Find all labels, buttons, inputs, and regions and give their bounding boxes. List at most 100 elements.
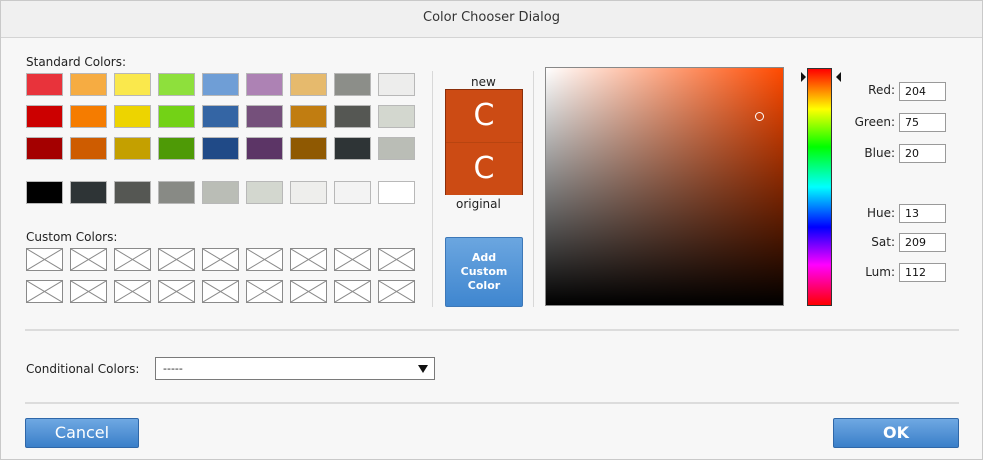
title-bar: Color Chooser Dialog bbox=[1, 1, 982, 38]
sat-input[interactable]: 209 bbox=[899, 233, 946, 252]
color-swatch[interactable] bbox=[378, 105, 415, 128]
add-custom-color-line2: Custom bbox=[460, 265, 508, 278]
color-swatch[interactable] bbox=[290, 137, 327, 160]
empty-slot-icon bbox=[335, 281, 370, 302]
color-swatch[interactable] bbox=[114, 105, 151, 128]
color-swatch[interactable] bbox=[114, 73, 151, 96]
saturation-value-picker[interactable] bbox=[545, 67, 784, 306]
color-swatch[interactable] bbox=[158, 137, 195, 160]
empty-slot-icon bbox=[115, 249, 150, 270]
custom-color-slot[interactable] bbox=[334, 248, 371, 271]
color-picker-marker[interactable] bbox=[755, 112, 764, 121]
sat-label: Sat: bbox=[871, 235, 895, 249]
color-swatch[interactable] bbox=[26, 137, 63, 160]
color-swatch[interactable] bbox=[70, 105, 107, 128]
custom-color-slot[interactable] bbox=[158, 248, 195, 271]
color-swatch[interactable] bbox=[26, 73, 63, 96]
custom-color-slot[interactable] bbox=[290, 280, 327, 303]
original-color-label: original bbox=[456, 197, 501, 211]
hue-input[interactable]: 13 bbox=[899, 204, 946, 223]
color-swatch[interactable] bbox=[202, 105, 239, 128]
custom-color-slot[interactable] bbox=[334, 280, 371, 303]
color-swatch[interactable] bbox=[114, 137, 151, 160]
lum-label: Lum: bbox=[865, 265, 895, 279]
color-swatch[interactable] bbox=[158, 73, 195, 96]
color-swatch[interactable] bbox=[334, 105, 371, 128]
add-custom-color-button[interactable]: Add Custom Color bbox=[445, 237, 523, 307]
color-swatch[interactable] bbox=[290, 105, 327, 128]
color-swatch[interactable] bbox=[246, 181, 283, 204]
color-swatch[interactable] bbox=[202, 73, 239, 96]
empty-slot-icon bbox=[291, 281, 326, 302]
color-swatch[interactable] bbox=[334, 137, 371, 160]
original-color-swatch[interactable]: C bbox=[446, 142, 522, 195]
dropdown-arrow-icon[interactable] bbox=[418, 365, 428, 373]
cancel-button[interactable]: Cancel bbox=[25, 418, 139, 448]
color-swatch[interactable] bbox=[114, 181, 151, 204]
color-swatch[interactable] bbox=[158, 105, 195, 128]
custom-color-slot[interactable] bbox=[290, 248, 327, 271]
custom-color-slot[interactable] bbox=[158, 280, 195, 303]
custom-color-slot[interactable] bbox=[26, 280, 63, 303]
color-swatch[interactable] bbox=[334, 73, 371, 96]
color-swatch[interactable] bbox=[378, 181, 415, 204]
custom-color-slot[interactable] bbox=[246, 280, 283, 303]
empty-slot-icon bbox=[27, 249, 62, 270]
color-swatch[interactable] bbox=[334, 181, 371, 204]
color-swatch[interactable] bbox=[158, 181, 195, 204]
color-swatch[interactable] bbox=[246, 105, 283, 128]
window-title: Color Chooser Dialog bbox=[423, 10, 560, 25]
hue-label: Hue: bbox=[866, 206, 895, 220]
color-chooser-dialog: Color Chooser Dialog Standard Colors: Cu… bbox=[0, 0, 983, 460]
color-swatch[interactable] bbox=[246, 73, 283, 96]
green-label: Green: bbox=[854, 115, 895, 129]
empty-slot-icon bbox=[71, 249, 106, 270]
empty-slot-icon bbox=[203, 249, 238, 270]
color-swatch[interactable] bbox=[202, 137, 239, 160]
custom-color-slot[interactable] bbox=[246, 248, 283, 271]
divider-bottom bbox=[25, 402, 959, 404]
color-swatch[interactable] bbox=[290, 73, 327, 96]
custom-color-slot[interactable] bbox=[114, 248, 151, 271]
color-swatch[interactable] bbox=[26, 181, 63, 204]
color-swatch[interactable] bbox=[378, 137, 415, 160]
empty-slot-icon bbox=[71, 281, 106, 302]
blue-input[interactable]: 20 bbox=[899, 144, 946, 163]
empty-slot-icon bbox=[291, 249, 326, 270]
color-swatch[interactable] bbox=[70, 181, 107, 204]
custom-color-slot[interactable] bbox=[70, 280, 107, 303]
custom-color-slot[interactable] bbox=[202, 280, 239, 303]
color-swatch[interactable] bbox=[26, 105, 63, 128]
empty-slot-icon bbox=[379, 281, 414, 302]
red-input[interactable]: 204 bbox=[899, 82, 946, 101]
empty-slot-icon bbox=[159, 281, 194, 302]
hue-slider[interactable] bbox=[807, 68, 832, 306]
color-swatch[interactable] bbox=[290, 181, 327, 204]
new-color-label: new bbox=[471, 75, 496, 89]
green-input[interactable]: 75 bbox=[899, 113, 946, 132]
hue-slider-right-arrow-icon[interactable] bbox=[836, 72, 841, 82]
color-swatch[interactable] bbox=[202, 181, 239, 204]
custom-color-slot[interactable] bbox=[378, 280, 415, 303]
custom-color-slot[interactable] bbox=[378, 248, 415, 271]
color-preview: C C bbox=[445, 89, 523, 195]
empty-slot-icon bbox=[247, 281, 282, 302]
color-swatch[interactable] bbox=[378, 73, 415, 96]
empty-slot-icon bbox=[379, 249, 414, 270]
red-label: Red: bbox=[868, 83, 895, 97]
color-swatch[interactable] bbox=[246, 137, 283, 160]
custom-color-slot[interactable] bbox=[70, 248, 107, 271]
color-swatch[interactable] bbox=[70, 137, 107, 160]
new-color-swatch: C bbox=[446, 90, 522, 142]
custom-color-slot[interactable] bbox=[114, 280, 151, 303]
color-swatch[interactable] bbox=[70, 73, 107, 96]
ok-button[interactable]: OK bbox=[833, 418, 959, 448]
hue-slider-left-arrow-icon[interactable] bbox=[801, 72, 806, 82]
conditional-colors-select[interactable]: ----- bbox=[155, 357, 435, 380]
empty-slot-icon bbox=[203, 281, 238, 302]
lum-input[interactable]: 112 bbox=[899, 263, 946, 282]
custom-color-slot[interactable] bbox=[26, 248, 63, 271]
empty-slot-icon bbox=[247, 249, 282, 270]
add-custom-color-line3: Color bbox=[467, 279, 501, 292]
custom-color-slot[interactable] bbox=[202, 248, 239, 271]
